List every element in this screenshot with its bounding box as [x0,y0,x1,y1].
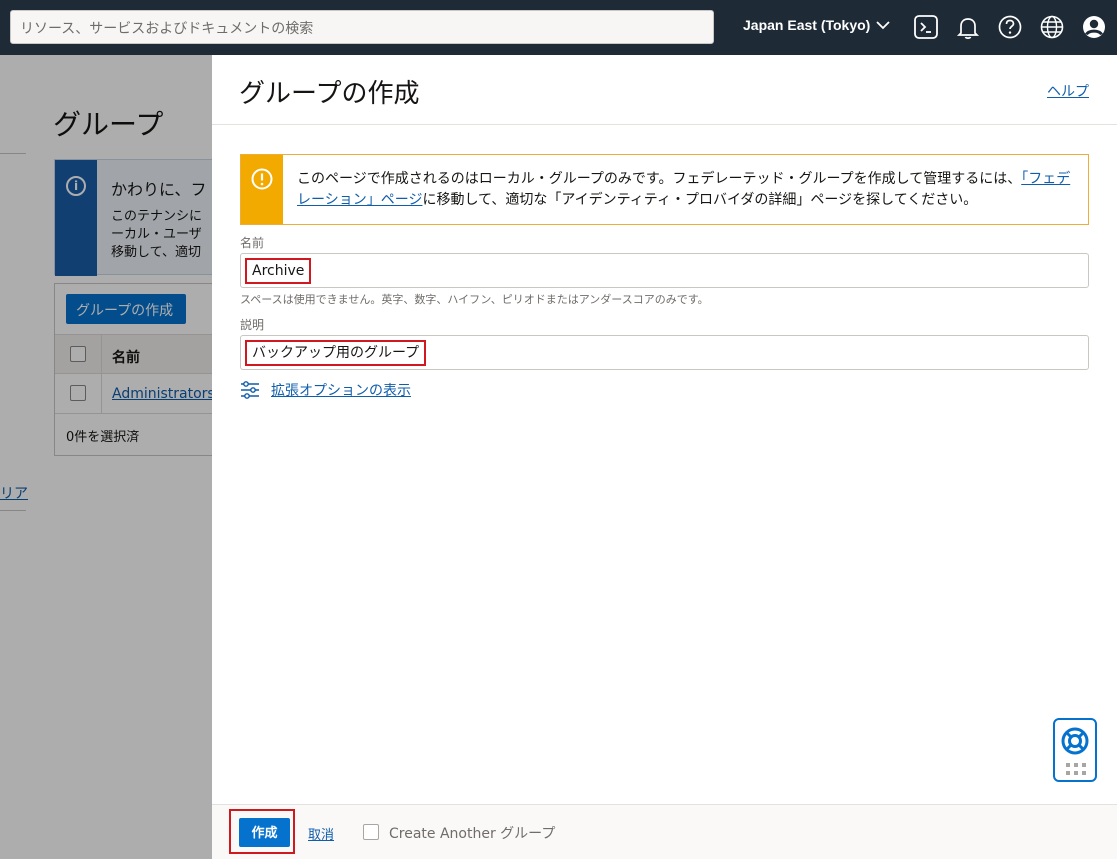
name-hint: スペースは使用できません。英字、数字、ハイフン、ピリオドまたはアンダースコアのみ… [240,293,709,306]
search-input[interactable]: リソース、サービスおよびドキュメントの検索 [10,10,714,44]
panel-title: グループの作成 [239,79,420,109]
user-icon[interactable] [1081,14,1107,40]
create-button[interactable]: 作成 [239,818,290,847]
panel-header: グループの作成 ヘルプ [212,55,1117,125]
help-icon[interactable] [997,14,1023,40]
globe-icon[interactable] [1039,14,1065,40]
bell-icon[interactable] [955,14,981,40]
name-label: 名前 [240,236,265,250]
panel-footer: 作成 取消 Create Another グループ [212,804,1117,859]
description-input[interactable]: バックアップ用のグループ [240,335,1089,370]
create-another-label: Create Another グループ [389,826,556,842]
grid-dots-icon [1066,763,1086,775]
cancel-link[interactable]: 取消 [308,824,334,843]
description-value: バックアップ用のグループ [245,340,427,366]
advanced-options-link[interactable]: 拡張オプションの表示 [271,380,411,400]
name-input[interactable]: Archive [240,253,1089,288]
top-navigation-bar: リソース、サービスおよびドキュメントの検索 Japan East (Tokyo) [0,0,1117,55]
sliders-icon [241,381,259,399]
warning-banner: このページで作成されるのはローカル・グループのみです。フェデレーテッド・グループ… [240,154,1089,225]
create-group-panel: グループの作成 ヘルプ このページで作成されるのはローカル・グループのみです。フ… [212,55,1117,859]
warning-icon [251,168,273,190]
name-value: Archive [245,258,312,284]
region-selector[interactable]: Japan East (Tokyo) [743,17,890,33]
cloud-shell-icon[interactable] [913,14,939,40]
create-another-checkbox[interactable] [363,824,379,840]
warning-text-after: に移動して、適切な「アイデンティティ・プロバイダの詳細」ページを探してください。 [422,192,978,208]
lifebuoy-icon [1061,727,1089,755]
warning-banner-bar [241,155,283,224]
help-link[interactable]: ヘルプ [1047,81,1089,101]
advanced-options-toggle[interactable]: 拡張オプションの表示 [240,380,411,400]
chevron-down-icon [876,21,890,30]
warning-text: このページで作成されるのはローカル・グループのみです。フェデレーテッド・グループ… [297,169,1077,211]
description-label: 説明 [240,318,265,332]
modal-overlay[interactable] [0,55,212,859]
region-label: Japan East (Tokyo) [743,17,871,33]
warning-text-before: このページで作成されるのはローカル・グループのみです。フェデレーテッド・グループ… [297,171,1022,187]
support-widget[interactable] [1053,718,1097,782]
